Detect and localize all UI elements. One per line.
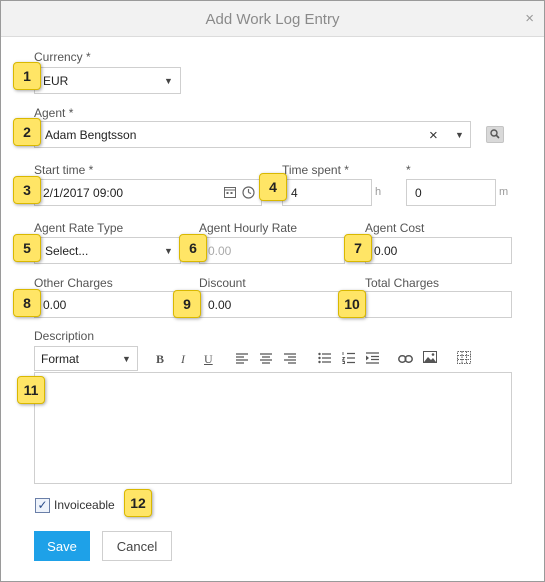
agent-hourly-rate-field: 0.00	[199, 237, 345, 264]
underline-button[interactable]: U	[204, 352, 213, 367]
align-right-icon[interactable]	[284, 353, 296, 367]
callout-4: 4	[259, 173, 287, 201]
format-value: Format	[41, 352, 80, 366]
align-left-icon[interactable]	[236, 353, 248, 367]
discount-label: Discount	[199, 276, 246, 290]
agent-cost-field[interactable]: 0.00	[365, 237, 512, 264]
other-charges-input[interactable]: 0.00	[34, 291, 181, 318]
time-spent-hours-value: 4	[291, 186, 298, 200]
search-icon[interactable]	[486, 126, 504, 143]
time-spent-hours-input[interactable]: 4	[282, 179, 372, 206]
agent-value: Adam Bengtsson	[45, 128, 137, 142]
callout-1: 1	[13, 62, 41, 90]
close-icon[interactable]: ×	[525, 10, 534, 27]
other-charges-value: 0.00	[43, 298, 67, 312]
clock-icon[interactable]	[242, 186, 255, 202]
total-charges-field	[365, 291, 512, 318]
callout-11: 11	[17, 376, 45, 404]
currency-value: EUR	[43, 74, 69, 88]
agent-rate-type-select[interactable]: Select...	[34, 237, 181, 264]
dialog-titlebar: Add Work Log Entry ×	[1, 1, 544, 37]
minutes-unit: m	[499, 186, 509, 198]
time-spent-minutes-input[interactable]: 0	[406, 179, 496, 206]
start-time-label: Start time *	[34, 163, 94, 177]
chevron-down-icon: ▼	[164, 76, 173, 86]
invoiceable-label: Invoiceable	[54, 498, 115, 512]
dialog-title: Add Work Log Entry	[205, 11, 340, 28]
callout-5: 5	[13, 234, 41, 262]
table-icon[interactable]	[457, 351, 471, 367]
bold-button[interactable]: B	[156, 352, 164, 367]
callout-8: 8	[13, 289, 41, 317]
hours-unit: h	[375, 186, 382, 198]
description-label: Description	[34, 329, 95, 343]
bulleted-list-icon[interactable]	[318, 352, 331, 367]
minutes-label: *	[406, 163, 411, 177]
chevron-down-icon: ▼	[164, 246, 173, 256]
link-icon[interactable]	[398, 353, 413, 367]
description-editor[interactable]	[34, 372, 512, 484]
callout-7: 7	[344, 234, 372, 262]
italic-button[interactable]: I	[181, 352, 185, 367]
agent-rate-type-label: Agent Rate Type	[34, 221, 124, 235]
agent-cost-value: 0.00	[374, 244, 398, 258]
agent-rate-type-value: Select...	[45, 244, 89, 258]
numbered-list-icon[interactable]	[341, 351, 355, 367]
callout-10: 10	[338, 290, 366, 318]
callout-2: 2	[13, 118, 41, 146]
time-spent-label: Time spent *	[282, 163, 349, 177]
total-charges-label: Total Charges	[365, 276, 440, 290]
align-center-icon[interactable]	[260, 353, 272, 367]
currency-label: Currency *	[34, 50, 91, 64]
time-spent-minutes-value: 0	[415, 186, 422, 200]
invoiceable-checkbox[interactable]: ✓	[35, 498, 50, 513]
work-log-dialog: Add Work Log Entry × Currency * EUR ▼ Ag…	[0, 0, 545, 582]
agent-cost-label: Agent Cost	[365, 221, 425, 235]
save-button[interactable]: Save	[34, 531, 90, 561]
cancel-button[interactable]: Cancel	[102, 531, 172, 561]
chevron-down-icon: ▼	[122, 354, 131, 364]
discount-input[interactable]: 0.00	[199, 291, 345, 318]
callout-3: 3	[13, 176, 41, 204]
image-icon[interactable]	[423, 351, 437, 366]
indent-icon[interactable]	[366, 352, 379, 367]
calendar-icon[interactable]	[224, 186, 236, 201]
agent-hourly-rate-label: Agent Hourly Rate	[199, 221, 298, 235]
start-time-value: 2/1/2017 09:00	[43, 186, 124, 200]
agent-hourly-rate-value: 0.00	[208, 244, 232, 258]
discount-value: 0.00	[208, 298, 232, 312]
agent-select[interactable]: Adam Bengtsson	[34, 121, 471, 148]
clear-icon[interactable]: ×	[429, 127, 438, 144]
other-charges-label: Other Charges	[34, 276, 113, 290]
chevron-down-icon: ▼	[455, 130, 464, 140]
callout-6: 6	[179, 234, 207, 262]
currency-select[interactable]: EUR	[34, 67, 181, 94]
agent-label: Agent *	[34, 106, 74, 120]
callout-9: 9	[173, 290, 201, 318]
callout-12: 12	[124, 489, 152, 517]
